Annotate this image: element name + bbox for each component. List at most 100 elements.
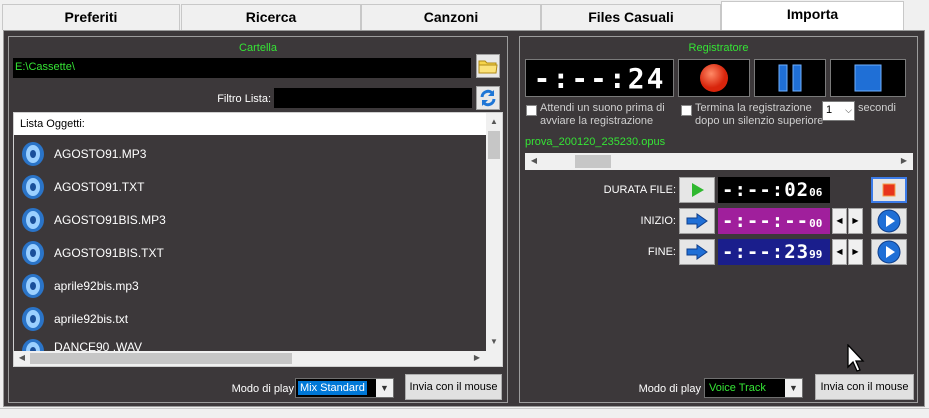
scroll-thumb[interactable] [575,155,611,168]
speaker-icon [22,273,44,298]
chevron-down-icon: ▼ [785,379,802,397]
silence-seconds-select[interactable]: 1 ⌵ [822,101,855,121]
scroll-left-icon[interactable]: ◀ [15,351,29,365]
filter-label: Filtro Lista: [217,93,271,105]
list-item[interactable]: aprile92bis.txt [20,302,128,335]
position-scrollbar[interactable]: ◀ ▶ [525,153,913,170]
recording-filename: prova_200120_235230.opus [525,136,666,148]
play-mode-select[interactable]: Mix Standard ▼ [295,378,394,398]
tab-content: Cartella E:\Cassette\ Filtro Lista: List… [3,30,925,407]
scroll-right-icon[interactable]: ▶ [470,351,484,365]
speaker-icon [22,240,44,265]
folder-panel: Cartella E:\Cassette\ Filtro Lista: List… [8,36,508,403]
record-button[interactable] [678,59,750,97]
scroll-thumb[interactable] [488,131,500,159]
chevron-down-icon: ⌵ [845,105,852,115]
wait-sound-label: Attendi un suono prima di avviare la reg… [540,102,665,127]
play-mode-label: Modo di play [231,383,294,395]
list-item[interactable]: AGOSTO91.MP3 [20,137,146,170]
start-label: INIZIO: [640,215,676,227]
list-item[interactable]: AGOSTO91.TXT [20,170,144,203]
speaker-icon [22,339,44,351]
speaker-icon [22,306,44,331]
refresh-button[interactable] [476,86,500,110]
play-file-button[interactable] [679,177,715,203]
start-timer: -:--:--00 [718,208,830,234]
folder-panel-title: Cartella [239,42,277,54]
folder-icon [478,60,498,74]
stop-icon [854,64,882,92]
scroll-thumb[interactable] [30,353,292,364]
tab-files-casuali[interactable]: Files Casuali [541,4,721,30]
speaker-icon [22,141,44,166]
pause-icon [778,64,802,92]
speaker-icon [22,174,44,199]
play-circle-icon [877,209,901,233]
scroll-right-icon[interactable]: ▶ [897,154,911,168]
duration-timer: -:--:0206 [718,177,830,203]
seconds-label: secondi [858,102,896,114]
folder-button[interactable] [476,54,500,78]
list-item[interactable]: DANCE90 .WAV [20,335,142,351]
list-item-label: aprile92bis.mp3 [54,278,139,293]
send-with-mouse-button[interactable]: Invia con il mouse [815,374,914,400]
mouse-cursor-icon [847,344,865,372]
set-start-button[interactable] [679,208,715,234]
tab-preferiti[interactable]: Preferiti [2,4,180,30]
play-mode-value: Mix Standard [298,381,367,395]
tab-importa[interactable]: Importa [721,1,904,31]
list-item[interactable]: AGOSTO91BIS.TXT [20,236,164,269]
play-from-start-button[interactable] [871,208,907,234]
end-decrement-button[interactable]: ◀ [832,239,847,265]
send-with-mouse-button[interactable]: Invia con il mouse [405,374,502,400]
tab-canzoni[interactable]: Canzoni [361,4,541,30]
chevron-down-icon: ▼ [376,379,393,397]
tab-ricerca[interactable]: Ricerca [181,4,361,30]
speaker-icon [22,207,44,232]
list-item[interactable]: AGOSTO91BIS.MP3 [20,203,166,236]
play-icon [692,183,704,197]
set-end-button[interactable] [679,239,715,265]
recording-timer: -:--:24 [525,59,674,97]
list-item[interactable]: aprile92bis.mp3 [20,269,139,302]
play-mode-label: Modo di play [638,383,701,395]
scroll-up-icon[interactable]: ▲ [487,115,501,129]
file-list: Lista Oggetti: AGOSTO91.MP3 AGOSTO91.TXT… [13,112,503,367]
filter-input[interactable] [274,88,472,108]
folder-path-field[interactable]: E:\Cassette\ [13,58,471,78]
list-item-label: AGOSTO91.MP3 [54,146,147,161]
list-item-label: aprile92bis.txt [54,311,129,326]
play-mode-value: Voice Track [709,382,766,394]
stop-silence-checkbox[interactable] [681,105,692,116]
arrow-right-icon [686,213,708,229]
wait-sound-checkbox[interactable] [526,105,537,116]
recorder-panel-title: Registratore [688,42,749,54]
play-circle-icon [877,240,901,264]
scroll-left-icon[interactable]: ◀ [527,154,541,168]
stop-button[interactable] [830,59,906,97]
list-item-label: AGOSTO91BIS.MP3 [54,212,166,227]
pause-button[interactable] [754,59,826,97]
start-decrement-button[interactable]: ◀ [832,208,847,234]
end-increment-button[interactable]: ▶ [848,239,863,265]
status-strip [0,408,929,418]
duration-label: DURATA FILE: [603,184,676,196]
start-increment-button[interactable]: ▶ [848,208,863,234]
tab-bar: Preferiti Ricerca Canzoni Files Casuali … [0,0,929,31]
list-item-label: DANCE90 .WAV [54,340,143,351]
end-timer: -:--:2399 [718,239,830,265]
stop-file-button[interactable] [871,177,907,203]
end-label: FINE: [647,246,676,258]
refresh-icon [480,89,496,107]
stop-silence-label: Termina la registrazione dopo un silenzi… [695,102,824,127]
record-icon [700,64,728,92]
list-header: Lista Oggetti: [14,113,486,135]
scroll-down-icon[interactable]: ▼ [487,335,501,349]
play-to-end-button[interactable] [871,239,907,265]
list-horizontal-scrollbar[interactable]: ◀ ▶ [14,351,502,366]
play-mode-select[interactable]: Voice Track ▼ [704,378,803,398]
list-item-label: AGOSTO91.TXT [54,179,145,194]
list-vertical-scrollbar[interactable]: ▲ ▼ [486,113,502,351]
arrow-right-icon [686,244,708,260]
list-item-label: AGOSTO91BIS.TXT [54,245,164,260]
